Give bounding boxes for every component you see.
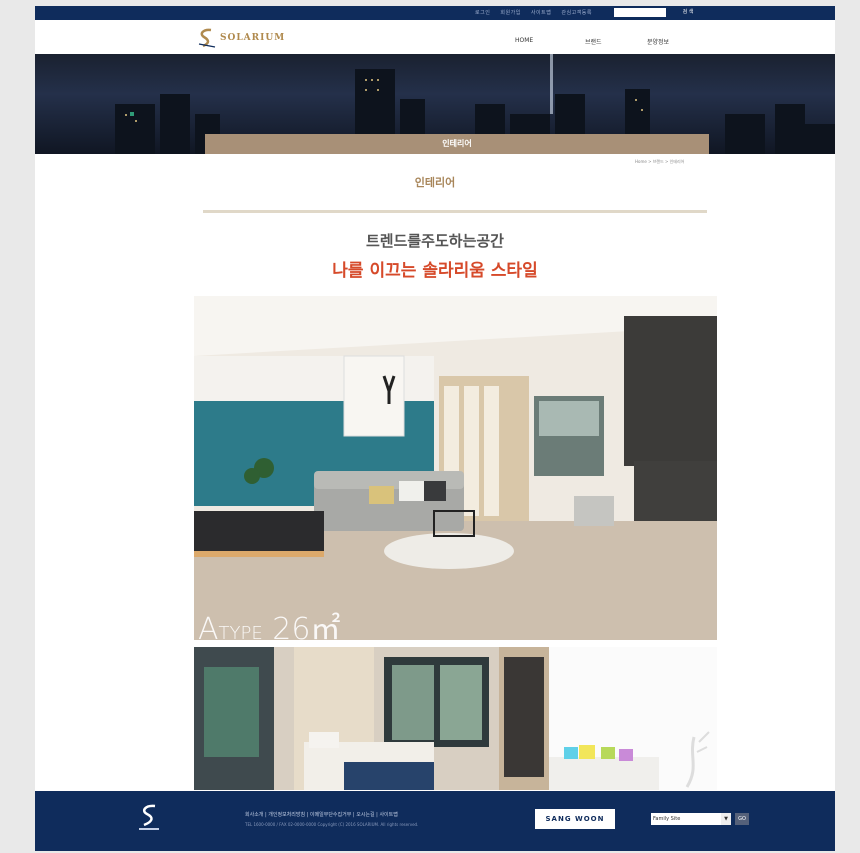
family-site-value: Family Site [653,816,681,822]
page-title: 인테리어 [414,176,456,189]
breadcrumb: Home > 브랜드 > 인테리어 [635,159,685,164]
logo-mark-icon [198,28,216,48]
photo-caption: ATYPE 26㎡ [198,604,340,640]
nav-home[interactable]: HOME [515,37,533,44]
nav-brand[interactable]: 브랜드 [585,37,602,46]
chevron-down-icon: ▼ [721,813,731,825]
hero-tab-title: 인테리어 [205,134,709,154]
header: SOLARIUM HOME 브랜드 분양정보 [35,20,835,55]
nav-sales-info[interactable]: 분양정보 [647,37,669,46]
utility-links: 로그인 회원가입 사이트맵 관심고객등록 [475,9,600,16]
title-divider [203,210,707,213]
caption-area: 26㎡ [262,612,341,640]
family-site-select[interactable]: Family Site ▼ [651,813,731,825]
family-site-go-button[interactable]: GO [735,813,749,825]
footer-logo-icon [139,804,159,830]
utility-link-join[interactable]: 회원가입 [500,10,520,16]
living-room-image [194,296,717,640]
interior-photo-living-room: ATYPE 26㎡ [194,296,717,640]
utility-link-login[interactable]: 로그인 [475,10,490,16]
top-utility-bar: 로그인 회원가입 사이트맵 관심고객등록 검 색 [35,6,835,20]
section-subtitle: 트렌드를주도하는공간 [365,232,504,250]
search-button[interactable]: 검 색 [668,8,708,17]
sofa-detail-image [549,647,717,790]
search-input[interactable] [614,8,666,17]
footer-links[interactable]: 회사소개 | 개인정보처리방침 | 이메일무단수집거부 | 오시는길 | 사이트… [245,811,398,818]
interior-photo-bedroom [194,647,549,790]
footer: 회사소개 | 개인정보처리방침 | 이메일무단수집거부 | 오시는길 | 사이트… [35,791,835,851]
bedroom-image [194,647,549,790]
site-logo[interactable]: SOLARIUM [195,27,285,49]
utility-link-register[interactable]: 관심고객등록 [561,10,592,16]
footer-copyright: TEL 1600-0000 / FAX 02-0000-0000 Copyrig… [245,822,419,827]
hero-banner: 인테리어 [35,54,835,154]
caption-prefix: A [198,612,219,640]
partner-logo[interactable]: SANG WOON [535,809,615,829]
interior-photo-detail [549,647,717,790]
caption-type: TYPE [218,623,263,640]
logo-text: SOLARIUM [220,33,286,43]
page: 로그인 회원가입 사이트맵 관심고객등록 검 색 SOLARIUM HOME 브… [35,6,835,851]
section-headline: 나를 이끄는 솔라리움 스타일 [332,261,538,281]
utility-link-sitemap[interactable]: 사이트맵 [531,10,551,16]
